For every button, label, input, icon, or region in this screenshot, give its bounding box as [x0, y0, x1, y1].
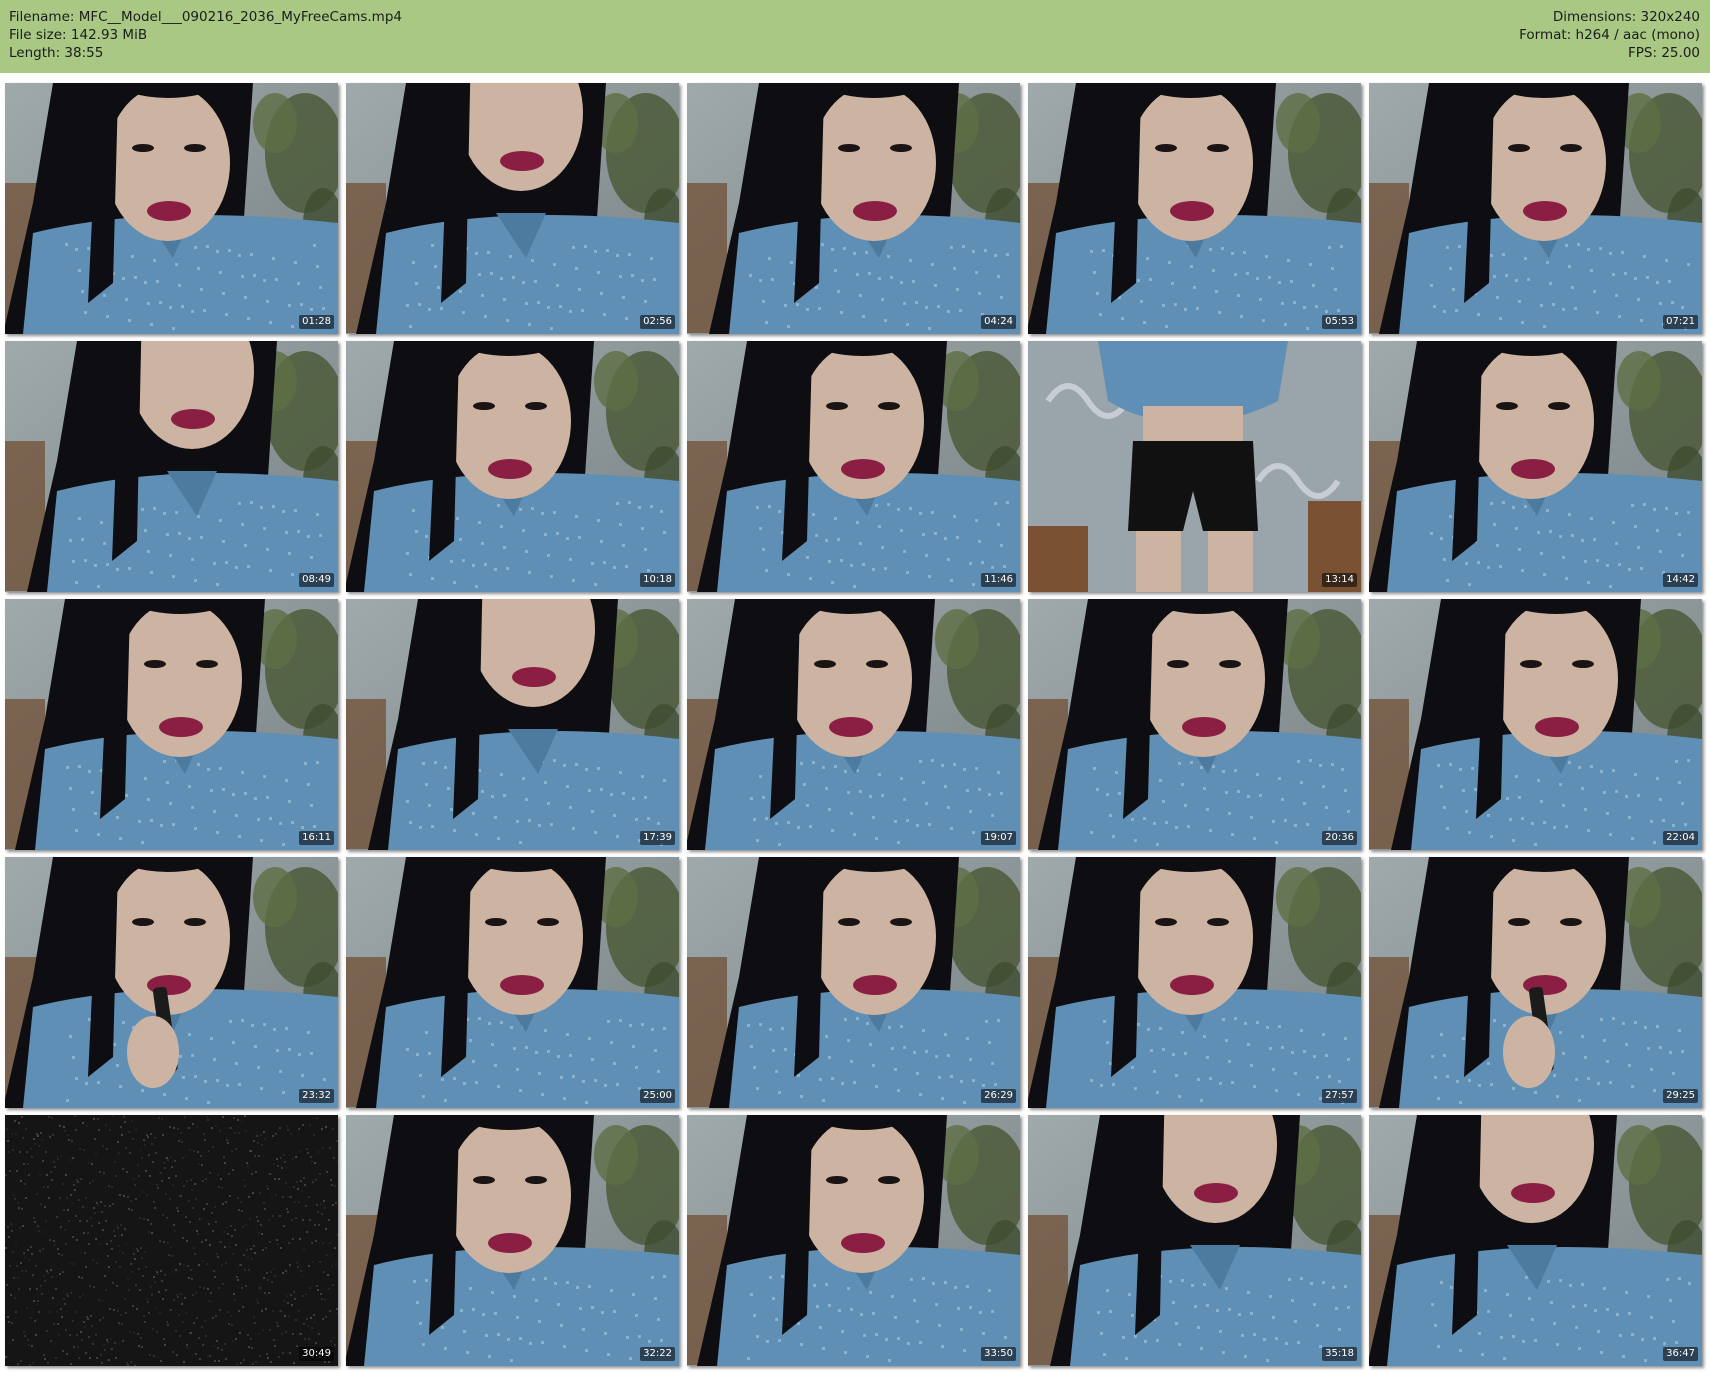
- timestamp-label: 35:18: [1322, 1347, 1357, 1361]
- length-text: Length: 38:55: [9, 45, 104, 61]
- video-thumbnail: 35:18: [1028, 1115, 1361, 1366]
- timestamp-label: 29:25: [1663, 1089, 1698, 1103]
- timestamp-label: 02:56: [640, 315, 675, 329]
- header-left-info: Filename: MFC__Model___090216_2036_MyFre…: [9, 8, 402, 62]
- timestamp-label: 23:32: [299, 1089, 334, 1103]
- header-right-info: Dimensions: 320x240 Format: h264 / aac (…: [1519, 8, 1700, 62]
- video-thumbnail: 16:11: [5, 599, 338, 850]
- timestamp-label: 04:24: [981, 315, 1016, 329]
- video-frame-image: [687, 83, 1020, 334]
- timestamp-label: 01:28: [299, 315, 334, 329]
- video-thumbnail: 27:57: [1028, 857, 1361, 1108]
- video-frame-image: [687, 857, 1020, 1108]
- timestamp-label: 05:53: [1322, 315, 1357, 329]
- filename-text: Filename: MFC__Model___090216_2036_MyFre…: [9, 9, 402, 25]
- video-thumbnail: 36:47: [1369, 1115, 1702, 1366]
- video-thumbnail: 20:36: [1028, 599, 1361, 850]
- timestamp-label: 25:00: [640, 1089, 675, 1103]
- video-frame-image: [1028, 857, 1361, 1108]
- video-frame-image: [1369, 83, 1702, 334]
- info-header: Filename: MFC__Model___090216_2036_MyFre…: [0, 0, 1710, 73]
- timestamp-label: 26:29: [981, 1089, 1016, 1103]
- video-thumbnail: 11:46: [687, 341, 1020, 592]
- timestamp-label: 32:22: [640, 1347, 675, 1361]
- video-frame-image: [346, 341, 679, 592]
- format-text: Format: h264 / aac (mono): [1519, 27, 1700, 43]
- timestamp-label: 30:49: [299, 1347, 334, 1361]
- video-thumbnail: 19:07: [687, 599, 1020, 850]
- thumbnail-grid: 01:28 02:56 04:24 05:53 07:21 08:49 10:18 11:46…: [0, 73, 1710, 1373]
- video-frame-image: [1369, 599, 1702, 850]
- timestamp-label: 11:46: [981, 573, 1016, 587]
- video-frame-image: [5, 1115, 338, 1366]
- video-thumbnail: 04:24: [687, 83, 1020, 334]
- video-frame-image: [346, 599, 679, 850]
- video-frame-image: [5, 599, 338, 850]
- timestamp-label: 27:57: [1322, 1089, 1357, 1103]
- timestamp-label: 10:18: [640, 573, 675, 587]
- video-thumbnail: 10:18: [346, 341, 679, 592]
- video-frame-image: [346, 83, 679, 334]
- video-frame-image: [1028, 1115, 1361, 1366]
- timestamp-label: 17:39: [640, 831, 675, 845]
- video-frame-image: [687, 599, 1020, 850]
- video-thumbnail: 29:25: [1369, 857, 1702, 1108]
- video-frame-image: [1028, 83, 1361, 334]
- video-thumbnail: 13:14: [1028, 341, 1361, 592]
- video-frame-image: [1369, 1115, 1702, 1366]
- timestamp-label: 19:07: [981, 831, 1016, 845]
- timestamp-label: 14:42: [1663, 573, 1698, 587]
- timestamp-label: 33:50: [981, 1347, 1016, 1361]
- video-frame-image: [5, 83, 338, 334]
- timestamp-label: 36:47: [1663, 1347, 1698, 1361]
- timestamp-label: 13:14: [1322, 573, 1357, 587]
- video-thumbnail: 07:21: [1369, 83, 1702, 334]
- video-thumbnail: 25:00: [346, 857, 679, 1108]
- video-thumbnail: 08:49: [5, 341, 338, 592]
- video-frame-image: [687, 341, 1020, 592]
- timestamp-label: 22:04: [1663, 831, 1698, 845]
- timestamp-label: 08:49: [299, 573, 334, 587]
- video-frame-image: [1028, 341, 1361, 592]
- video-frame-image: [5, 857, 338, 1108]
- video-thumbnail: 17:39: [346, 599, 679, 850]
- video-thumbnail: 02:56: [346, 83, 679, 334]
- video-frame-image: [346, 1115, 679, 1366]
- video-thumbnail: 14:42: [1369, 341, 1702, 592]
- video-thumbnail: 05:53: [1028, 83, 1361, 334]
- video-frame-image: [1369, 857, 1702, 1108]
- timestamp-label: 07:21: [1663, 315, 1698, 329]
- video-thumbnail: 30:49: [5, 1115, 338, 1366]
- video-thumbnail: 33:50: [687, 1115, 1020, 1366]
- video-frame-image: [1028, 599, 1361, 850]
- fps-text: FPS: 25.00: [1628, 45, 1700, 61]
- dimensions-text: Dimensions: 320x240: [1552, 9, 1700, 25]
- video-thumbnail: 23:32: [5, 857, 338, 1108]
- filesize-text: File size: 142.93 MiB: [9, 27, 148, 43]
- video-frame-image: [5, 341, 338, 592]
- timestamp-label: 16:11: [299, 831, 334, 845]
- video-thumbnail: 22:04: [1369, 599, 1702, 850]
- video-frame-image: [687, 1115, 1020, 1366]
- video-thumbnail: 32:22: [346, 1115, 679, 1366]
- video-thumbnail: 01:28: [5, 83, 338, 334]
- timestamp-label: 20:36: [1322, 831, 1357, 845]
- video-thumbnail: 26:29: [687, 857, 1020, 1108]
- video-frame-image: [346, 857, 679, 1108]
- video-frame-image: [1369, 341, 1702, 592]
